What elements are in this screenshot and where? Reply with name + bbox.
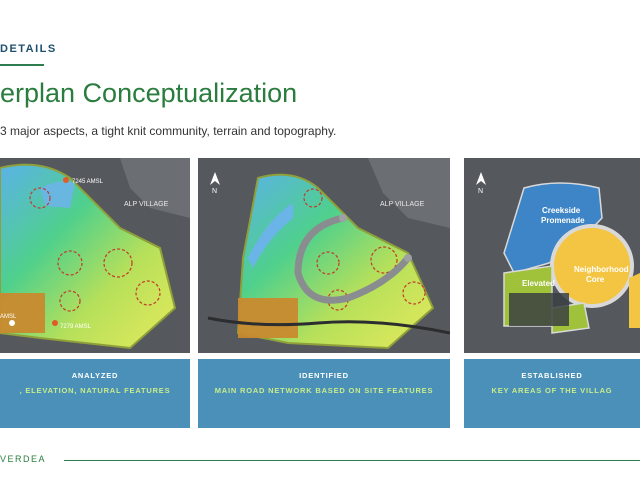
caption-established: ESTABLISHED KEY AREAS OF THE VILLAG xyxy=(464,359,640,428)
north-label: N xyxy=(478,188,483,195)
amsl-left-label: AMSL xyxy=(0,314,17,320)
north-label: N xyxy=(212,188,217,195)
footer-rule xyxy=(64,460,640,461)
caption-analyzed: ANALYZED , ELEVATION, NATURAL FEATURES xyxy=(0,359,190,428)
section-tag-rule xyxy=(0,64,44,66)
road-map-identified: ALP VILLAGE N xyxy=(198,158,450,353)
caption-head: ANALYZED xyxy=(71,371,119,380)
caption-sub: MAIN ROAD NETWORK BASED ON SITE FEATURES xyxy=(214,386,434,395)
panel-established: Creekside Promenade Neighborhood Core El… xyxy=(464,158,640,428)
zone-promenade-label: Creekside xyxy=(542,206,581,215)
page-subtitle: 3 major aspects, a tight knit community,… xyxy=(0,124,337,138)
footer-brand: VERDEA xyxy=(0,454,47,464)
section-tag: DETAILS xyxy=(0,43,57,55)
panel-analyzed: 7245 AMSL 7279 AMSL AMSL ALP VILLAGE ANA… xyxy=(0,158,190,428)
caption-identified: IDENTIFIED MAIN ROAD NETWORK BASED ON SI… xyxy=(198,359,450,428)
caption-sub: KEY AREAS OF THE VILLAG xyxy=(491,386,613,395)
zone-core-label: Neighborhood xyxy=(574,265,629,274)
zone-core-label-2: Core xyxy=(586,275,605,284)
caption-sub: , ELEVATION, NATURAL FEATURES xyxy=(19,386,171,395)
caption-head: ESTABLISHED xyxy=(521,371,583,380)
village-label: ALP VILLAGE xyxy=(380,201,425,208)
amsl-bottom-label: 7279 AMSL xyxy=(60,324,92,330)
panel-identified: ALP VILLAGE N IDENTIFIED MAIN ROAD NETWO… xyxy=(198,158,450,428)
zone-promenade-label-2: Promenade xyxy=(541,216,585,225)
zone-elevated-label: Elevated xyxy=(522,279,555,288)
topo-map-analyzed: 7245 AMSL 7279 AMSL AMSL ALP VILLAGE xyxy=(0,158,190,353)
page-title: erplan Conceptualization xyxy=(0,78,298,108)
village-label: ALP VILLAGE xyxy=(124,201,169,208)
caption-head: IDENTIFIED xyxy=(299,371,349,380)
zone-map-established: Creekside Promenade Neighborhood Core El… xyxy=(464,158,640,353)
amsl-top-label: 7245 AMSL xyxy=(72,179,104,185)
